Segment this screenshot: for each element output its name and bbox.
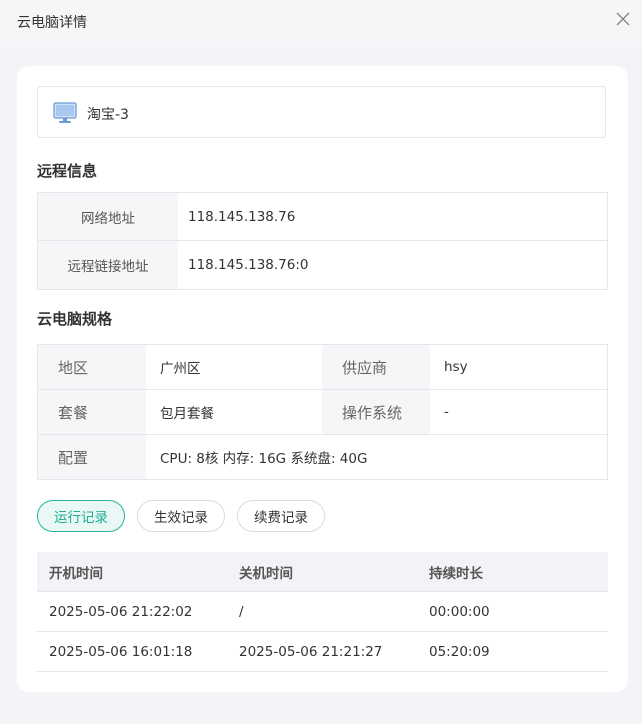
- os-value: -: [444, 404, 449, 420]
- stop-time-cell: 2025-05-06 21:21:27: [239, 643, 383, 660]
- plan-value: 包月套餐: [160, 406, 214, 422]
- remote-link-label: 远程链接地址: [38, 241, 178, 289]
- table-row: 2025-05-06 16:01:18 2025-05-06 21:21:27 …: [37, 632, 608, 672]
- dialog-header: 云电脑详情: [0, 0, 642, 46]
- network-address-label: 网络地址: [38, 193, 178, 240]
- col-stop-time: 关机时间: [239, 565, 293, 582]
- stop-time-cell: /: [239, 603, 244, 620]
- records-header: 开机时间 关机时间 持续时长: [37, 552, 608, 592]
- col-start-time: 开机时间: [49, 565, 103, 582]
- tab-run-records[interactable]: 运行记录: [37, 500, 125, 532]
- duration-cell: 05:20:09: [429, 643, 490, 660]
- duration-cell: 00:00:00: [429, 603, 490, 620]
- records-table: 开机时间 关机时间 持续时长 2025-05-06 21:22:02 / 00:…: [37, 552, 608, 672]
- region-label: 地区: [38, 345, 146, 389]
- network-address-value: 118.145.138.76: [188, 208, 296, 225]
- start-time-cell: 2025-05-06 16:01:18: [49, 643, 193, 660]
- close-button[interactable]: [612, 8, 634, 30]
- config-value: CPU: 8核 内存: 16G 系统盘: 40G: [160, 451, 368, 467]
- remote-section-title: 远程信息: [37, 162, 98, 180]
- vendor-value: hsy: [444, 359, 468, 375]
- spec-table: 地区 广州区 供应商 hsy 套餐 包月套餐 操作系统 - 配置 CPU: 8核…: [37, 344, 608, 480]
- dialog-title: 云电脑详情: [17, 15, 87, 31]
- spec-row-config: 配置 CPU: 8核 内存: 16G 系统盘: 40G: [38, 435, 607, 479]
- spec-row-plan: 套餐 包月套餐 操作系统 -: [38, 390, 607, 435]
- device-header: 淘宝-3: [37, 86, 606, 138]
- spec-row-region: 地区 广州区 供应商 hsy: [38, 345, 607, 390]
- tab-effective-records[interactable]: 生效记录: [137, 500, 225, 532]
- config-label: 配置: [38, 435, 146, 479]
- table-row: 2025-05-06 21:22:02 / 00:00:00: [37, 592, 608, 632]
- remote-info-table: 网络地址 118.145.138.76 远程链接地址 118.145.138.7…: [37, 192, 608, 290]
- monitor-icon: [53, 102, 77, 123]
- detail-card: 淘宝-3 远程信息 网络地址 118.145.138.76 远程链接地址 118…: [17, 66, 628, 692]
- spec-section-title: 云电脑规格: [37, 310, 113, 328]
- os-label: 操作系统: [322, 390, 430, 434]
- vendor-label: 供应商: [322, 345, 430, 389]
- region-value: 广州区: [160, 361, 201, 377]
- start-time-cell: 2025-05-06 21:22:02: [49, 603, 193, 620]
- remote-link-value: 118.145.138.76:0: [188, 257, 309, 273]
- close-icon: [616, 12, 630, 26]
- plan-label: 套餐: [38, 390, 146, 434]
- remote-row-network: 网络地址 118.145.138.76: [38, 193, 607, 241]
- remote-row-link: 远程链接地址 118.145.138.76:0: [38, 241, 607, 289]
- device-name: 淘宝-3: [87, 107, 129, 123]
- tab-renewal-records[interactable]: 续费记录: [237, 500, 325, 532]
- col-duration: 持续时长: [429, 565, 483, 582]
